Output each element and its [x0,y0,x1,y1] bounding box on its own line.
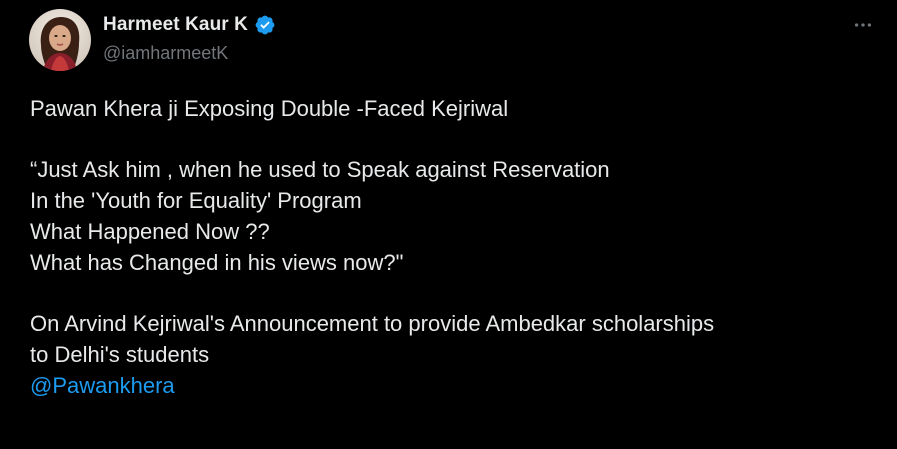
tweet-line-context-2: to Delhi's students [30,342,210,367]
tweet-line-headline: Pawan Khera ji Exposing Double -Faced Ke… [30,96,509,121]
tweet-line-quote-2: In the 'Youth for Equality' Program [30,188,362,213]
author-handle[interactable]: @iamharmeetK [103,43,228,64]
more-options-icon [854,23,872,27]
paragraph-break [30,278,880,308]
tweet-line-context-1: On Arvind Kejriwal's Announcement to pro… [30,311,715,336]
tweet-line-quote-3: What Happened Now ?? [30,219,270,244]
profile-avatar[interactable] [29,9,91,71]
tweet-line-quote-1: “Just Ask him , when he used to Speak ag… [30,157,610,182]
tweet-line-quote-4: What has Changed in his views now?" [30,250,404,275]
avatar-image [29,9,91,71]
tweet-text: Pawan Khera ji Exposing Double -Faced Ke… [30,93,880,401]
verified-badge-icon[interactable] [254,14,276,36]
author-name[interactable]: Harmeet Kaur K [103,14,248,36]
mention-link[interactable]: @Pawankhera [30,373,175,398]
paragraph-break [30,124,880,154]
mention-line: @Pawankhera [30,370,880,401]
more-options-button[interactable] [846,10,880,40]
author-name-row[interactable]: Harmeet Kaur K [103,12,276,38]
tweet-card: Harmeet Kaur K @iamharmeetK Pawan Khera … [0,0,897,449]
